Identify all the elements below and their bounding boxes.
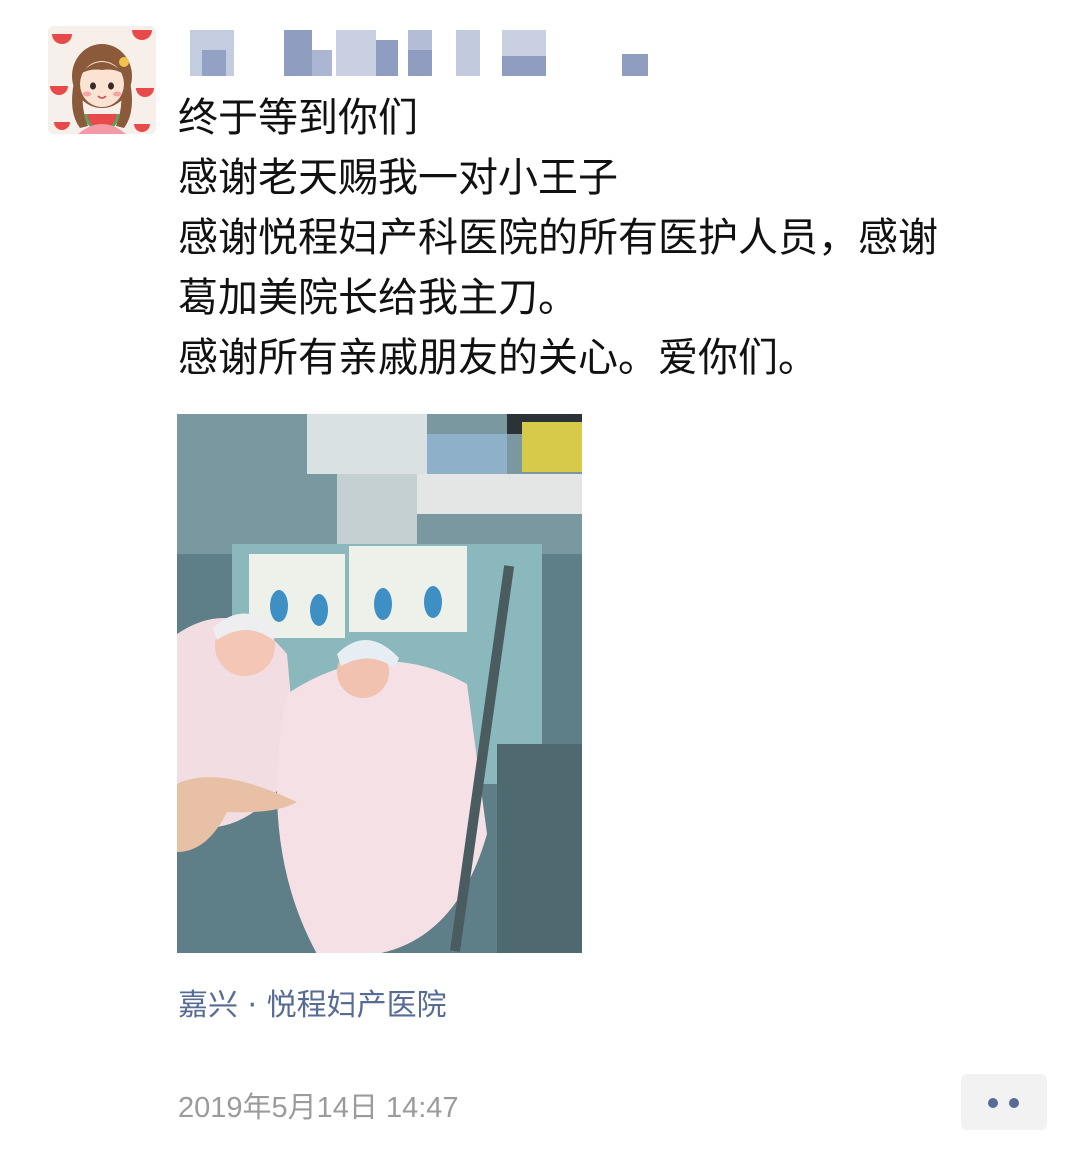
post-text-line: 葛加美院长给我主刀。 <box>178 275 578 321</box>
cartoon-girl-avatar-icon <box>48 26 156 134</box>
post-timestamp: 2019年5月14日 14:47 <box>178 1092 459 1124</box>
post-text-line: 感谢所有亲戚朋友的关心。爱你们。 <box>178 335 818 381</box>
user-avatar[interactable] <box>48 26 156 134</box>
more-dots-icon <box>1009 1098 1019 1108</box>
more-dots-icon <box>988 1098 998 1108</box>
newborn-twins-photo <box>177 414 582 953</box>
post-text-line: 感谢老天赐我一对小王子 <box>178 155 618 201</box>
location-link[interactable]: 嘉兴 · 悦程妇产医院 <box>178 984 447 1028</box>
post-text-line: 终于等到你们 <box>178 95 418 141</box>
post-photo[interactable] <box>177 414 582 953</box>
more-button[interactable] <box>961 1074 1047 1130</box>
username-redacted[interactable] <box>190 30 660 80</box>
post-text: 终于等到你们 感谢老天赐我一对小王子 感谢悦程妇产科医院的所有医护人员，感谢 葛… <box>178 88 1058 388</box>
post-text-line: 感谢悦程妇产科医院的所有医护人员，感谢 <box>178 215 938 261</box>
moments-post: 终于等到你们 感谢老天赐我一对小王子 感谢悦程妇产科医院的所有医护人员，感谢 葛… <box>0 0 1080 1164</box>
